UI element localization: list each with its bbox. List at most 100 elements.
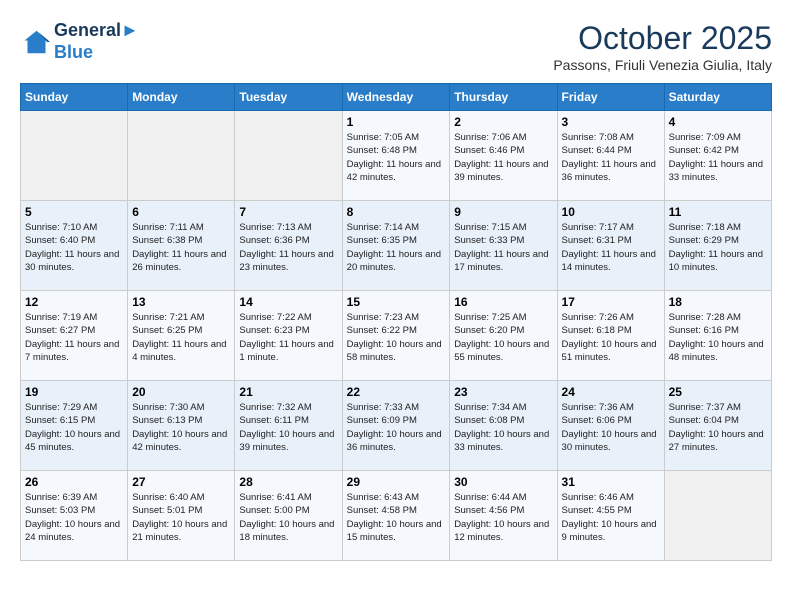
day-info: Sunrise: 7:18 AM Sunset: 6:29 PM Dayligh… bbox=[669, 221, 767, 274]
day-info: Sunrise: 6:40 AM Sunset: 5:01 PM Dayligh… bbox=[132, 491, 230, 544]
day-header-tuesday: Tuesday bbox=[235, 84, 342, 111]
calendar-week-3: 12Sunrise: 7:19 AM Sunset: 6:27 PM Dayli… bbox=[21, 291, 772, 381]
day-number: 20 bbox=[132, 385, 230, 399]
day-info: Sunrise: 6:41 AM Sunset: 5:00 PM Dayligh… bbox=[239, 491, 337, 544]
calendar-cell: 3 Sunrise: 7:08 AM Sunset: 6:44 PM Daylig… bbox=[557, 111, 664, 201]
day-info: Sunrise: 7:13 AM Sunset: 6:36 PM Dayligh… bbox=[239, 221, 337, 274]
calendar-cell: 7 Sunrise: 7:13 AM Sunset: 6:36 PM Daylig… bbox=[235, 201, 342, 291]
day-number: 2 bbox=[454, 115, 552, 129]
title-block: October 2025 Passons, Friuli Venezia Giu… bbox=[553, 20, 772, 73]
day-header-saturday: Saturday bbox=[664, 84, 771, 111]
day-number: 28 bbox=[239, 475, 337, 489]
calendar-cell: 9 Sunrise: 7:15 AM Sunset: 6:33 PM Daylig… bbox=[450, 201, 557, 291]
calendar-cell: 29Sunrise: 6:43 AM Sunset: 4:58 PM Dayli… bbox=[342, 471, 450, 561]
calendar-header-row: SundayMondayTuesdayWednesdayThursdayFrid… bbox=[21, 84, 772, 111]
calendar-cell: 11Sunrise: 7:18 AM Sunset: 6:29 PM Dayli… bbox=[664, 201, 771, 291]
day-info: Sunrise: 7:23 AM Sunset: 6:22 PM Dayligh… bbox=[347, 311, 446, 364]
day-info: Sunrise: 7:11 AM Sunset: 6:38 PM Dayligh… bbox=[132, 221, 230, 274]
day-info: Sunrise: 7:29 AM Sunset: 6:15 PM Dayligh… bbox=[25, 401, 123, 454]
calendar-cell: 30Sunrise: 6:44 AM Sunset: 4:56 PM Dayli… bbox=[450, 471, 557, 561]
day-info: Sunrise: 7:14 AM Sunset: 6:35 PM Dayligh… bbox=[347, 221, 446, 274]
calendar-week-1: 1 Sunrise: 7:05 AM Sunset: 6:48 PM Daylig… bbox=[21, 111, 772, 201]
page-header: General► Blue October 2025 Passons, Friu… bbox=[20, 20, 772, 73]
calendar-cell: 26Sunrise: 6:39 AM Sunset: 5:03 PM Dayli… bbox=[21, 471, 128, 561]
day-info: Sunrise: 7:15 AM Sunset: 6:33 PM Dayligh… bbox=[454, 221, 552, 274]
calendar-cell: 17 Sunrise: 7:26 AM Sunset: 6:18 PM Dayli… bbox=[557, 291, 664, 381]
calendar-cell: 23Sunrise: 7:34 AM Sunset: 6:08 PM Dayli… bbox=[450, 381, 557, 471]
day-header-monday: Monday bbox=[128, 84, 235, 111]
calendar-cell: 4 Sunrise: 7:09 AM Sunset: 6:42 PM Daylig… bbox=[664, 111, 771, 201]
logo: General► Blue bbox=[20, 20, 139, 63]
calendar-cell: 28 Sunrise: 6:41 AM Sunset: 5:00 PM Dayli… bbox=[235, 471, 342, 561]
logo-text: General► Blue bbox=[54, 20, 139, 63]
day-number: 23 bbox=[454, 385, 552, 399]
day-header-wednesday: Wednesday bbox=[342, 84, 450, 111]
day-info: Sunrise: 7:28 AM Sunset: 6:16 PM Dayligh… bbox=[669, 311, 767, 364]
day-number: 1 bbox=[347, 115, 446, 129]
day-number: 17 bbox=[562, 295, 660, 309]
calendar-cell: 21Sunrise: 7:32 AM Sunset: 6:11 PM Dayli… bbox=[235, 381, 342, 471]
calendar-cell: 13Sunrise: 7:21 AM Sunset: 6:25 PM Dayli… bbox=[128, 291, 235, 381]
calendar-cell: 10 Sunrise: 7:17 AM Sunset: 6:31 PM Dayli… bbox=[557, 201, 664, 291]
day-number: 26 bbox=[25, 475, 123, 489]
day-number: 27 bbox=[132, 475, 230, 489]
calendar-cell: 15 Sunrise: 7:23 AM Sunset: 6:22 PM Dayli… bbox=[342, 291, 450, 381]
day-number: 4 bbox=[669, 115, 767, 129]
calendar-cell bbox=[664, 471, 771, 561]
day-number: 10 bbox=[562, 205, 660, 219]
day-info: Sunrise: 7:26 AM Sunset: 6:18 PM Dayligh… bbox=[562, 311, 660, 364]
day-number: 22 bbox=[347, 385, 446, 399]
calendar-cell: 14 Sunrise: 7:22 AM Sunset: 6:23 PM Dayli… bbox=[235, 291, 342, 381]
calendar-body: 1 Sunrise: 7:05 AM Sunset: 6:48 PM Daylig… bbox=[21, 111, 772, 561]
month-title: October 2025 bbox=[553, 20, 772, 57]
calendar-cell: 25 Sunrise: 7:37 AM Sunset: 6:04 PM Dayli… bbox=[664, 381, 771, 471]
day-number: 30 bbox=[454, 475, 552, 489]
day-info: Sunrise: 7:05 AM Sunset: 6:48 PM Dayligh… bbox=[347, 131, 446, 184]
day-number: 25 bbox=[669, 385, 767, 399]
day-info: Sunrise: 7:25 AM Sunset: 6:20 PM Dayligh… bbox=[454, 311, 552, 364]
day-number: 18 bbox=[669, 295, 767, 309]
day-number: 19 bbox=[25, 385, 123, 399]
day-number: 9 bbox=[454, 205, 552, 219]
calendar-cell bbox=[235, 111, 342, 201]
calendar-cell: 8Sunrise: 7:14 AM Sunset: 6:35 PM Daylig… bbox=[342, 201, 450, 291]
calendar-cell: 31Sunrise: 6:46 AM Sunset: 4:55 PM Dayli… bbox=[557, 471, 664, 561]
day-info: Sunrise: 7:17 AM Sunset: 6:31 PM Dayligh… bbox=[562, 221, 660, 274]
day-number: 31 bbox=[562, 475, 660, 489]
calendar-cell: 18 Sunrise: 7:28 AM Sunset: 6:16 PM Dayli… bbox=[664, 291, 771, 381]
day-header-thursday: Thursday bbox=[450, 84, 557, 111]
calendar-week-2: 5 Sunrise: 7:10 AM Sunset: 6:40 PM Daylig… bbox=[21, 201, 772, 291]
calendar-week-4: 19 Sunrise: 7:29 AM Sunset: 6:15 PM Dayli… bbox=[21, 381, 772, 471]
calendar-cell bbox=[21, 111, 128, 201]
calendar-cell: 6 Sunrise: 7:11 AM Sunset: 6:38 PM Daylig… bbox=[128, 201, 235, 291]
calendar-cell bbox=[128, 111, 235, 201]
day-number: 3 bbox=[562, 115, 660, 129]
day-number: 6 bbox=[132, 205, 230, 219]
calendar-cell: 5 Sunrise: 7:10 AM Sunset: 6:40 PM Daylig… bbox=[21, 201, 128, 291]
day-info: Sunrise: 7:10 AM Sunset: 6:40 PM Dayligh… bbox=[25, 221, 123, 274]
calendar-cell: 2Sunrise: 7:06 AM Sunset: 6:46 PM Daylig… bbox=[450, 111, 557, 201]
day-info: Sunrise: 7:08 AM Sunset: 6:44 PM Dayligh… bbox=[562, 131, 660, 184]
day-number: 5 bbox=[25, 205, 123, 219]
day-number: 21 bbox=[239, 385, 337, 399]
day-number: 15 bbox=[347, 295, 446, 309]
day-number: 14 bbox=[239, 295, 337, 309]
location-subtitle: Passons, Friuli Venezia Giulia, Italy bbox=[553, 57, 772, 73]
calendar-cell: 27 Sunrise: 6:40 AM Sunset: 5:01 PM Dayli… bbox=[128, 471, 235, 561]
calendar-cell: 19 Sunrise: 7:29 AM Sunset: 6:15 PM Dayli… bbox=[21, 381, 128, 471]
day-info: Sunrise: 7:37 AM Sunset: 6:04 PM Dayligh… bbox=[669, 401, 767, 454]
day-info: Sunrise: 7:36 AM Sunset: 6:06 PM Dayligh… bbox=[562, 401, 660, 454]
calendar-cell: 24 Sunrise: 7:36 AM Sunset: 6:06 PM Dayli… bbox=[557, 381, 664, 471]
day-header-sunday: Sunday bbox=[21, 84, 128, 111]
calendar-table: SundayMondayTuesdayWednesdayThursdayFrid… bbox=[20, 83, 772, 561]
day-number: 24 bbox=[562, 385, 660, 399]
day-info: Sunrise: 7:21 AM Sunset: 6:25 PM Dayligh… bbox=[132, 311, 230, 364]
calendar-cell: 20Sunrise: 7:30 AM Sunset: 6:13 PM Dayli… bbox=[128, 381, 235, 471]
day-info: Sunrise: 7:22 AM Sunset: 6:23 PM Dayligh… bbox=[239, 311, 337, 364]
logo-icon bbox=[20, 27, 50, 57]
day-number: 7 bbox=[239, 205, 337, 219]
day-info: Sunrise: 7:09 AM Sunset: 6:42 PM Dayligh… bbox=[669, 131, 767, 184]
day-number: 16 bbox=[454, 295, 552, 309]
calendar-cell: 22Sunrise: 7:33 AM Sunset: 6:09 PM Dayli… bbox=[342, 381, 450, 471]
day-number: 12 bbox=[25, 295, 123, 309]
